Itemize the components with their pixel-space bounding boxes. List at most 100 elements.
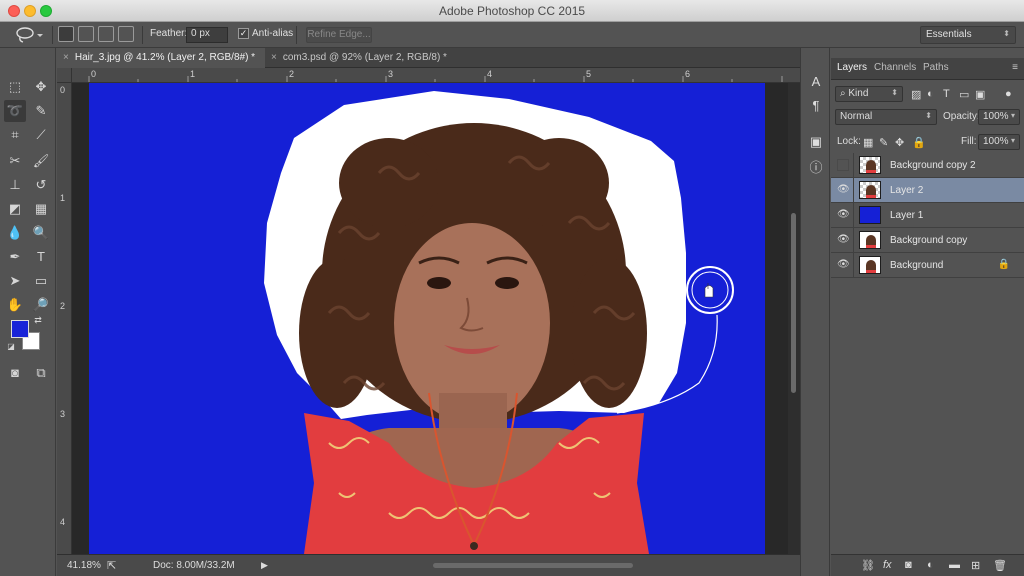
pen-tool-icon[interactable]: ✒ [4, 246, 26, 268]
filter-toggle-icon[interactable]: ● [1005, 88, 1012, 100]
layer-name[interactable]: Background copy 2 [890, 160, 976, 171]
opacity-input[interactable]: 100% ▾ [978, 109, 1020, 125]
anti-alias-checkbox[interactable]: ✓ [238, 28, 249, 39]
horizontal-scroll-thumb[interactable] [433, 563, 633, 568]
tab-paths[interactable]: Paths [923, 62, 949, 73]
healing-brush-tool-icon[interactable]: ✂ [4, 150, 26, 172]
layer-thumbnail [859, 231, 881, 249]
close-tab-icon[interactable]: × [271, 52, 277, 63]
subtract-from-selection-mode-button[interactable] [98, 26, 114, 42]
new-layer-icon[interactable]: ⊞ [971, 559, 980, 572]
screen-mode-icon[interactable]: ⧉ [30, 362, 52, 384]
layer-name[interactable]: Background copy [890, 235, 967, 246]
vertical-scrollbar[interactable] [788, 83, 800, 554]
eraser-tool-icon[interactable]: ◩ [4, 198, 26, 220]
marquee-tool-icon[interactable]: ⬚ [4, 76, 26, 98]
feather-input[interactable]: 0 px [186, 27, 228, 43]
lock-transparent-pixels-icon[interactable]: ▦ [863, 136, 873, 149]
type-tool-icon[interactable]: T [30, 246, 52, 268]
intersect-selection-mode-button[interactable] [118, 26, 134, 42]
filter-adjustment-icon[interactable]: ◐ [927, 88, 934, 100]
layer-row-background[interactable]: 👁 Background 🔒 [831, 253, 1024, 278]
zoom-tool-icon[interactable]: 🔎 [30, 294, 52, 316]
status-menu-arrow-icon[interactable]: ▶ [261, 560, 268, 571]
document-canvas[interactable] [89, 83, 765, 554]
tool-preset-lasso-icon[interactable] [14, 26, 44, 44]
fill-input[interactable]: 100% ▾ [978, 134, 1020, 150]
clone-stamp-tool-icon[interactable]: ⊥ [4, 174, 26, 196]
libraries-panel-icon[interactable]: ▣ [808, 134, 824, 150]
info-panel-icon[interactable]: ⓘ [808, 160, 824, 176]
layer-row-background-copy-2[interactable]: ● Background copy 2 [831, 153, 1024, 178]
visibility-toggle-icon[interactable]: ● [837, 159, 849, 171]
move-tool-icon[interactable]: ✥ [30, 76, 52, 98]
character-panel-icon[interactable]: A [808, 74, 824, 90]
gradient-tool-icon[interactable]: ▦ [30, 198, 52, 220]
link-layers-icon[interactable]: ⛓ [861, 559, 875, 572]
eye-icon[interactable]: 👁 [837, 259, 850, 271]
tab-hair-3[interactable]: × Hair_3.jpg @ 41.2% (Layer 2, RGB/8#) * [57, 48, 265, 68]
lock-image-pixels-icon[interactable]: ✎ [879, 136, 888, 149]
eyedropper-tool-icon[interactable]: ⟋ [30, 124, 52, 146]
dodge-tool-icon[interactable]: 🔍 [30, 222, 52, 244]
blur-tool-icon[interactable]: 💧 [4, 222, 26, 244]
lock-position-icon[interactable]: ✥ [895, 136, 904, 149]
hand-tool-icon[interactable]: ✋ [4, 294, 26, 316]
filter-kind-select[interactable]: ⌕ Kind ⬍ [835, 86, 903, 102]
panel-menu-icon[interactable]: ≡ [1012, 62, 1018, 73]
layer-row-layer-1[interactable]: 👁 Layer 1 [831, 203, 1024, 228]
paragraph-panel-icon[interactable]: ¶ [808, 98, 824, 114]
search-icon: ⌕ [840, 88, 846, 99]
filter-pixel-icon[interactable]: ▨ [911, 88, 921, 101]
filter-shape-icon[interactable]: ▭ [959, 88, 969, 101]
workspace-select[interactable]: Essentials ⬍ [920, 26, 1016, 44]
quick-mask-icon[interactable]: ◙ [4, 362, 26, 384]
new-selection-mode-button[interactable] [58, 26, 74, 42]
chevron-down-icon: ▾ [1010, 111, 1015, 120]
path-selection-tool-icon[interactable]: ➤ [4, 270, 26, 292]
workspace-label: Essentials [926, 29, 972, 40]
layer-thumbnail [859, 206, 881, 224]
tab-channels[interactable]: Channels [874, 62, 916, 73]
layers-panel-footer: ⛓ fx ◙ ◐ ▬ ⊞ 🗑 [831, 554, 1024, 576]
ruler-origin[interactable] [57, 68, 72, 83]
history-brush-tool-icon[interactable]: ↺ [30, 174, 52, 196]
canvas-area[interactable] [72, 83, 788, 554]
foreground-color-swatch[interactable] [11, 320, 29, 338]
add-to-selection-mode-button[interactable] [78, 26, 94, 42]
add-mask-icon[interactable]: ◙ [905, 559, 912, 571]
adjustment-layer-icon[interactable]: ◐ [927, 559, 934, 571]
new-group-icon[interactable]: ▬ [949, 559, 960, 571]
filter-smart-object-icon[interactable]: ▣ [975, 88, 985, 101]
layer-row-layer-2[interactable]: 👁 Layer 2 [831, 178, 1024, 203]
delete-layer-icon[interactable]: 🗑 [993, 559, 1007, 572]
refine-edge-button[interactable]: Refine Edge... [306, 27, 372, 43]
lock-all-icon[interactable]: 🔒 [912, 136, 926, 149]
layer-name[interactable]: Layer 2 [890, 185, 923, 196]
share-icon[interactable]: ⇱ [107, 559, 116, 572]
brush-tool-icon[interactable]: 🖌 [30, 150, 52, 172]
lasso-tool-icon[interactable]: ➰ [4, 100, 26, 122]
blend-mode-select[interactable]: Normal ⬍ [835, 109, 937, 125]
eye-icon[interactable]: 👁 [837, 184, 850, 196]
crop-tool-icon[interactable]: ⌗ [4, 124, 26, 146]
horizontal-ruler[interactable]: 0 1 2 3 4 5 6 [72, 68, 800, 83]
horizontal-ruler-ticks [88, 76, 783, 82]
swap-colors-icon[interactable]: ⇄ [32, 314, 44, 326]
default-colors-icon[interactable]: ◪ [6, 342, 16, 352]
layer-name[interactable]: Layer 1 [890, 210, 923, 221]
rectangle-tool-icon[interactable]: ▭ [30, 270, 52, 292]
quick-selection-tool-icon[interactable]: ✎ [30, 100, 52, 122]
vertical-ruler[interactable]: 0 1 2 3 4 [57, 83, 72, 554]
tab-layers[interactable]: Layers [832, 58, 872, 77]
vertical-scroll-thumb[interactable] [791, 213, 796, 393]
filter-type-icon[interactable]: T [943, 88, 950, 100]
eye-icon[interactable]: 👁 [837, 234, 850, 246]
zoom-level[interactable]: 41.18% [67, 560, 101, 571]
tab-com3[interactable]: × com3.psd @ 92% (Layer 2, RGB/8) * [265, 48, 465, 68]
eye-icon[interactable]: 👁 [837, 209, 850, 221]
layer-row-background-copy[interactable]: 👁 Background copy [831, 228, 1024, 253]
close-tab-icon[interactable]: × [63, 52, 69, 63]
layer-name[interactable]: Background [890, 260, 943, 271]
layer-style-icon[interactable]: fx [883, 559, 892, 571]
